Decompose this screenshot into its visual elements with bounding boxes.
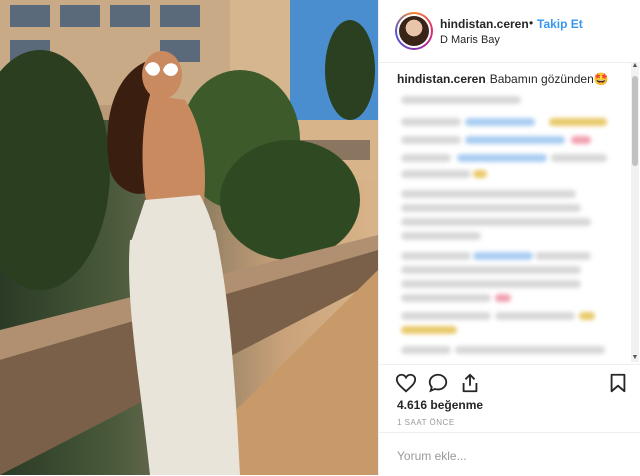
blurred-comment <box>401 312 491 320</box>
blurred-comment <box>401 232 481 240</box>
blurred-comment <box>473 170 487 178</box>
scrollbar-thumb[interactable] <box>632 76 638 166</box>
blurred-comment <box>401 280 581 288</box>
blurred-comment <box>401 346 451 354</box>
avatar[interactable] <box>395 12 433 50</box>
profile-picture <box>399 16 429 46</box>
scroll-down-arrow-icon[interactable]: ▼ <box>631 354 639 362</box>
separator-dot: • <box>529 16 534 30</box>
blurred-comment <box>401 204 581 212</box>
blurred-comment <box>455 346 605 354</box>
comments-list[interactable]: hindistan.ceren Babamın gözünden🤩 <box>379 62 640 364</box>
username-link[interactable]: hindistan.ceren <box>440 17 529 31</box>
scroll-up-arrow-icon[interactable]: ▲ <box>631 62 639 70</box>
blurred-comment <box>495 294 511 302</box>
blurred-comment <box>401 136 461 144</box>
blurred-comment <box>401 154 451 162</box>
heart-icon[interactable] <box>395 372 417 394</box>
add-comment-area <box>379 432 640 476</box>
blurred-comment <box>551 154 607 162</box>
blurred-comment <box>401 218 591 226</box>
blurred-comment <box>571 136 591 144</box>
location-link[interactable]: D Maris Bay <box>440 34 500 46</box>
blurred-comment <box>465 136 565 144</box>
caption: hindistan.ceren Babamın gözünden🤩 <box>397 72 609 86</box>
blurred-comment <box>579 312 595 320</box>
caption-username[interactable]: hindistan.ceren <box>397 72 486 86</box>
post-sidebar: hindistan.ceren • Takip Et D Maris Bay h… <box>378 0 640 475</box>
bookmark-icon[interactable] <box>607 372 629 394</box>
post-photo-illustration <box>0 0 378 475</box>
blurred-comment <box>457 154 547 162</box>
blurred-comment <box>401 266 581 274</box>
post-timestamp: 1 SAAT ÖNCE <box>397 418 455 427</box>
blurred-comment <box>401 190 576 198</box>
blurred-comment <box>535 252 591 260</box>
likes-count[interactable]: 4.616 beğenme <box>397 398 483 412</box>
comment-icon[interactable] <box>427 372 449 394</box>
blurred-comment <box>495 312 575 320</box>
blurred-comment <box>401 118 461 126</box>
blurred-comment <box>401 252 471 260</box>
blurred-comment <box>401 326 457 334</box>
comment-input[interactable] <box>395 445 619 467</box>
blurred-comment <box>465 118 535 126</box>
post-photo[interactable] <box>0 0 378 475</box>
post-actions <box>379 364 640 401</box>
blurred-comment <box>401 96 521 104</box>
blurred-comment <box>473 252 533 260</box>
share-icon[interactable] <box>459 372 481 394</box>
blurred-comment <box>401 170 471 178</box>
post-header: hindistan.ceren • Takip Et D Maris Bay <box>379 0 640 63</box>
follow-button[interactable]: Takip Et <box>537 17 583 31</box>
blurred-comment <box>401 294 491 302</box>
blurred-comment <box>549 118 607 126</box>
caption-text: Babamın gözünden🤩 <box>489 72 609 86</box>
comments-scrollbar[interactable]: ▲ ▼ <box>631 62 639 362</box>
